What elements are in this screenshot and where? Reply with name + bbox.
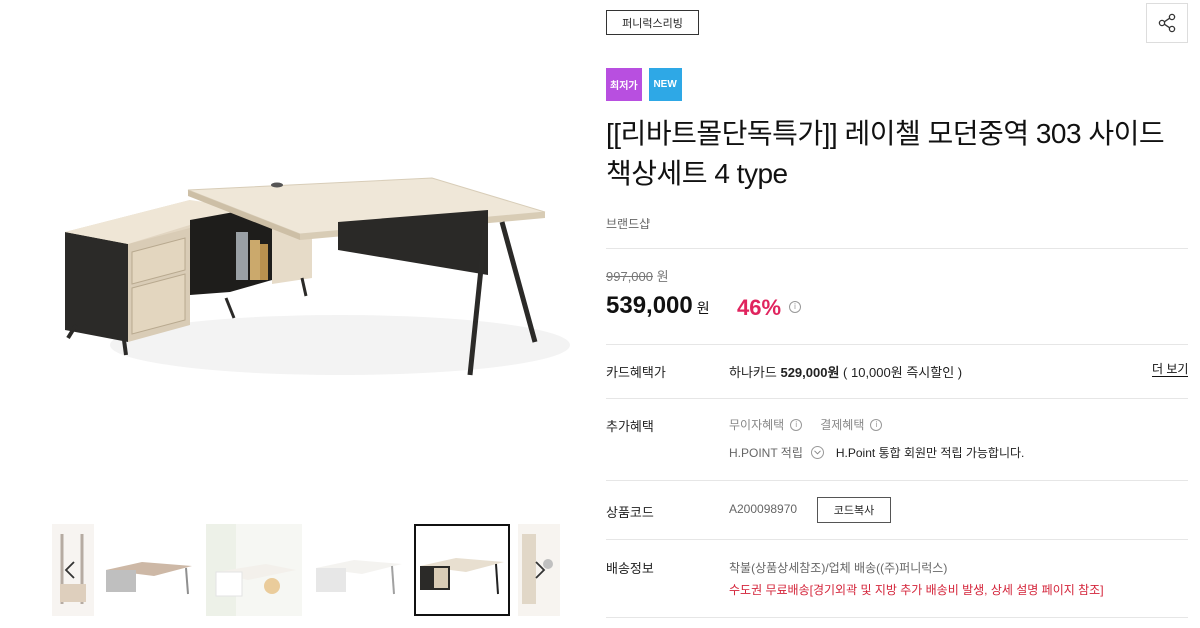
discount-rate: 46% bbox=[737, 295, 782, 320]
divider bbox=[606, 617, 1188, 618]
divider bbox=[606, 248, 1188, 249]
chevron-left-icon[interactable] bbox=[60, 558, 80, 582]
hpoint-label: H.POINT 적립 bbox=[729, 446, 803, 460]
card-price: 529,000원 bbox=[780, 365, 840, 380]
card-more-link[interactable]: 더 보기 bbox=[1152, 362, 1189, 377]
product-code-value: A200098970 bbox=[729, 502, 798, 516]
thumbnail-image[interactable] bbox=[310, 524, 406, 616]
copy-code-button[interactable]: 코드복사 bbox=[817, 497, 891, 523]
divider bbox=[606, 480, 1188, 481]
share-button[interactable] bbox=[1146, 3, 1188, 43]
shipping-value: 착불(상품상세참조)/업체 배송((주)퍼니럭스) bbox=[729, 561, 948, 575]
card-name: 하나카드 bbox=[729, 365, 777, 380]
brand-shop-link[interactable]: 브랜드샵 bbox=[606, 215, 650, 232]
interest-free-label: 무이자혜택 bbox=[729, 418, 785, 432]
hpoint-description: H.Point 통합 회원만 적립 가능합니다. bbox=[835, 446, 1025, 460]
product-code-label: 상품코드 bbox=[606, 505, 654, 520]
payment-benefit-label: 결제혜택 bbox=[820, 418, 865, 432]
shipping-label: 배송정보 bbox=[606, 561, 654, 576]
badge-lowest-price: 최저가 bbox=[606, 68, 642, 101]
card-benefit-label: 카드혜택가 bbox=[606, 365, 666, 380]
thumbnail-strip bbox=[52, 524, 560, 616]
sale-price-unit: 원 bbox=[696, 300, 710, 316]
info-icon[interactable]: i bbox=[870, 418, 883, 431]
original-price-value: 997,000 bbox=[606, 269, 653, 284]
divider bbox=[606, 539, 1188, 540]
interest-free-benefit[interactable]: 무이자혜택 i bbox=[729, 416, 803, 433]
original-price: 997,000 원 bbox=[606, 266, 669, 285]
card-note: ( 10,000원 즉시할인 ) bbox=[843, 365, 963, 380]
thumbnail-image-active[interactable] bbox=[414, 524, 510, 616]
chevron-down-icon[interactable] bbox=[810, 446, 824, 459]
divider bbox=[606, 344, 1188, 345]
info-icon[interactable]: i bbox=[790, 418, 803, 431]
chevron-right-icon[interactable] bbox=[530, 558, 550, 582]
info-icon[interactable]: i bbox=[789, 301, 801, 313]
sale-price-value: 539,000 bbox=[606, 292, 693, 319]
brand-tag[interactable]: 퍼니럭스리빙 bbox=[606, 10, 699, 35]
payment-benefit[interactable]: 결제혜택 i bbox=[820, 416, 883, 433]
extra-benefit-list: 무이자혜택 i 결제혜택 i bbox=[729, 416, 883, 433]
desk-illustration bbox=[65, 177, 570, 376]
product-main-image bbox=[40, 160, 570, 390]
hpoint-row: H.POINT 적립 H.Point 통합 회원만 적립 가능합니다. bbox=[729, 444, 1024, 461]
extra-benefit-label: 추가혜택 bbox=[606, 419, 654, 434]
shipping-note: 수도권 무료배송[경기외곽 및 지방 추가 배송비 발생, 상세 설명 페이지 … bbox=[729, 583, 1104, 597]
divider bbox=[606, 398, 1188, 399]
thumbnail-image[interactable] bbox=[206, 524, 302, 616]
original-price-unit: 원 bbox=[656, 269, 669, 284]
badge-group: 최저가 NEW bbox=[606, 68, 682, 101]
sale-price: 539,000 원 bbox=[606, 292, 710, 320]
product-title: [[리바트몰단독특가]] 레이첼 모던중역 303 사이드 책상세트 4 typ… bbox=[606, 118, 1165, 189]
share-icon bbox=[1158, 13, 1176, 33]
card-benefit-value: 하나카드 529,000원 ( 10,000원 즉시할인 ) bbox=[729, 362, 962, 381]
thumbnail-image[interactable] bbox=[102, 524, 196, 616]
badge-new: NEW bbox=[648, 68, 682, 101]
